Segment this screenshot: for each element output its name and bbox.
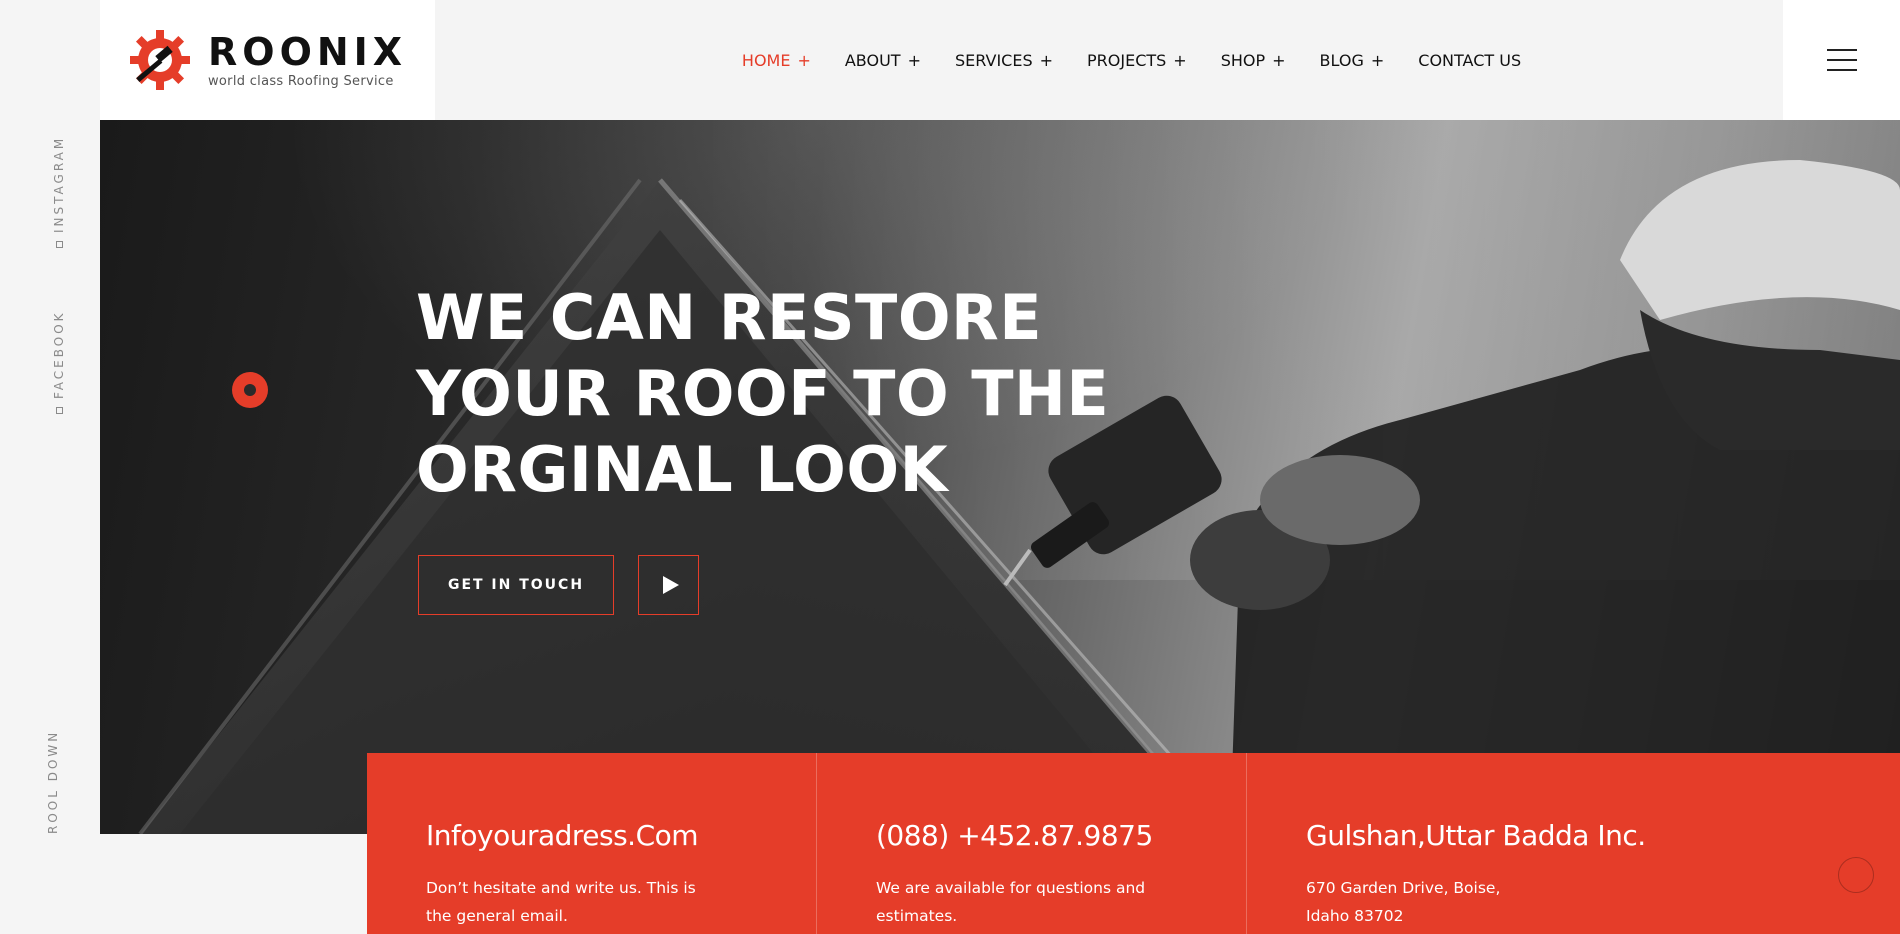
brand-tagline: world class Roofing Service [208, 73, 394, 89]
main-nav: HOME + ABOUT + SERVICES + PROJECTS + SHO… [435, 0, 1783, 120]
info-text: We are available for questions and estim… [876, 879, 1146, 925]
hero-title: WE CAN RESTORE YOUR ROOF TO THE ORGINAL … [416, 280, 1176, 508]
nav-label: BLOG [1319, 50, 1364, 70]
play-icon [662, 576, 679, 594]
info-heading[interactable]: (088) +452.87.9875 [876, 819, 1246, 852]
back-to-top-button[interactable] [1838, 857, 1874, 893]
info-phone: (088) +452.87.9875 We are available for … [816, 753, 1246, 934]
nav-item-services[interactable]: SERVICES + [955, 51, 1053, 70]
nav-item-projects[interactable]: PROJECTS + [1087, 51, 1187, 70]
nav-item-about[interactable]: ABOUT + [845, 51, 921, 70]
instagram-link[interactable]: INSTAGRAM [52, 136, 66, 248]
hero-title-line: WE CAN RESTORE [416, 281, 1043, 354]
facebook-icon [55, 407, 63, 414]
hero-title-line: ORGINAL LOOK [416, 433, 949, 506]
nav-label: ABOUT [844, 50, 901, 70]
contact-info-band: Infoyouradress.Com Don’t hesitate and wr… [367, 753, 1900, 934]
nav-item-shop[interactable]: SHOP + [1221, 51, 1286, 70]
info-text: Don’t hesitate and write us. This is the… [426, 879, 696, 925]
nav-label: SERVICES [954, 50, 1033, 70]
hero-title-line: YOUR ROOF TO THE [416, 357, 1110, 430]
facebook-label: FACEBOOK [52, 310, 66, 399]
plus-icon: + [1272, 50, 1286, 70]
info-text: 670 Garden Drive, Boise, Idaho 83702 [1306, 879, 1501, 925]
info-address: Gulshan,Uttar Badda Inc. 670 Garden Driv… [1246, 753, 1900, 934]
plus-icon: + [907, 50, 921, 70]
nav-item-blog[interactable]: BLOG + [1320, 51, 1385, 70]
info-heading[interactable]: Infoyouradress.Com [426, 819, 816, 852]
hamburger-icon[interactable] [1826, 49, 1857, 71]
facebook-link[interactable]: FACEBOOK [52, 310, 66, 414]
plus-icon: + [1173, 50, 1187, 70]
plus-icon: + [1370, 50, 1385, 70]
nav-item-home[interactable]: HOME + [742, 51, 811, 70]
info-heading: Gulshan,Uttar Badda Inc. [1306, 819, 1646, 852]
nav-label: CONTACT US [1418, 50, 1522, 70]
nav-item-contact[interactable]: CONTACT US [1418, 51, 1521, 70]
social-rail: INSTAGRAM FACEBOOK ROOL DOWN [0, 0, 100, 934]
menu-zone [1783, 0, 1900, 120]
nav-label: SHOP [1220, 50, 1266, 70]
get-in-touch-button[interactable]: GET IN TOUCH [418, 555, 614, 615]
plus-icon: + [1039, 50, 1053, 70]
nav-label: HOME [741, 50, 791, 70]
plus-icon: + [797, 50, 811, 70]
instagram-label: INSTAGRAM [52, 135, 66, 233]
scroll-down-link[interactable]: ROOL DOWN [46, 730, 60, 834]
scroll-down-label: ROOL DOWN [46, 729, 60, 834]
nav-label: PROJECTS [1087, 50, 1167, 70]
gear-hammer-logo-icon [130, 30, 190, 90]
hero-section: WE CAN RESTORE YOUR ROOF TO THE ORGINAL … [100, 120, 1900, 834]
info-email: Infoyouradress.Com Don’t hesitate and wr… [367, 753, 816, 934]
play-video-button[interactable] [638, 555, 699, 615]
instagram-icon [55, 241, 63, 248]
site-logo[interactable]: ROONIX world class Roofing Service [100, 0, 435, 120]
brand-name: ROONIX [208, 29, 408, 74]
slider-dot[interactable] [232, 372, 268, 408]
